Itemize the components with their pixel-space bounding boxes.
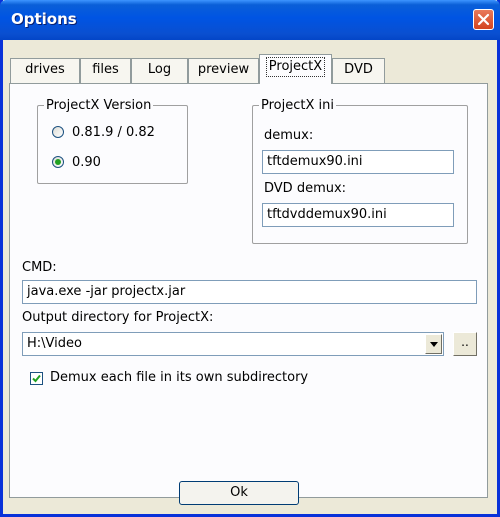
chevron-down-icon xyxy=(430,342,438,347)
title-bar[interactable]: Options xyxy=(0,0,500,40)
demux-ini-field[interactable]: tftdemux90.ini xyxy=(262,150,454,174)
projectx-ini-group: ProjectX ini demux: tftdemux90.ini DVD d… xyxy=(252,98,468,244)
tab-drives[interactable]: drives xyxy=(10,58,80,83)
ok-button[interactable]: Ok xyxy=(179,481,299,505)
projectx-ini-legend: ProjectX ini xyxy=(259,98,336,113)
tab-label: Log xyxy=(147,62,172,77)
close-icon xyxy=(477,13,490,26)
tab-projectx[interactable]: ProjectX xyxy=(259,54,332,84)
radio-button[interactable] xyxy=(52,156,64,168)
dvd-demux-label: DVD demux: xyxy=(264,181,347,196)
demux-subdirectory-label: Demux each file in its own subdirectory xyxy=(50,370,309,385)
dvd-demux-ini-field[interactable]: tftdvddemux90.ini xyxy=(262,203,454,227)
demux-subdirectory-checkbox[interactable] xyxy=(30,372,43,385)
output-directory-select[interactable]: H:\Video xyxy=(22,332,444,356)
window-title: Options xyxy=(11,10,77,28)
browse-button[interactable]: .. xyxy=(453,332,477,356)
cmd-label: CMD: xyxy=(22,260,57,275)
close-button[interactable] xyxy=(473,9,494,30)
tab-label: files xyxy=(92,62,119,77)
radio-label: 0.90 xyxy=(72,154,101,170)
checkmark-icon xyxy=(32,374,41,383)
radio-button[interactable] xyxy=(52,126,64,138)
tab-preview[interactable]: preview xyxy=(188,58,259,83)
tab-label: drives xyxy=(25,62,65,77)
output-directory-label: Output directory for ProjectX: xyxy=(22,310,214,325)
projectx-version-group: ProjectX Version 0.81.9 / 0.82 0.90 xyxy=(37,98,188,184)
radio-label: 0.81.9 / 0.82 xyxy=(72,124,155,140)
output-directory-value: H:\Video xyxy=(27,336,82,351)
radio-version-0819[interactable]: 0.81.9 / 0.82 xyxy=(52,123,155,141)
dropdown-button[interactable] xyxy=(425,334,442,354)
radio-version-090[interactable]: 0.90 xyxy=(52,153,101,171)
tab-dvd[interactable]: DVD xyxy=(332,58,385,83)
tab-label: ProjectX xyxy=(265,57,326,77)
tab-label: preview xyxy=(197,62,250,77)
projectx-tab-panel: ProjectX Version 0.81.9 / 0.82 0.90 Proj… xyxy=(9,83,488,498)
tab-log[interactable]: Log xyxy=(131,58,188,83)
projectx-version-legend: ProjectX Version xyxy=(44,98,154,113)
tab-files[interactable]: files xyxy=(80,58,131,83)
cmd-field[interactable]: java.exe -jar projectx.jar xyxy=(22,280,477,304)
tab-label: DVD xyxy=(344,62,373,77)
radio-selected-dot xyxy=(55,159,61,165)
demux-label: demux: xyxy=(264,128,314,143)
